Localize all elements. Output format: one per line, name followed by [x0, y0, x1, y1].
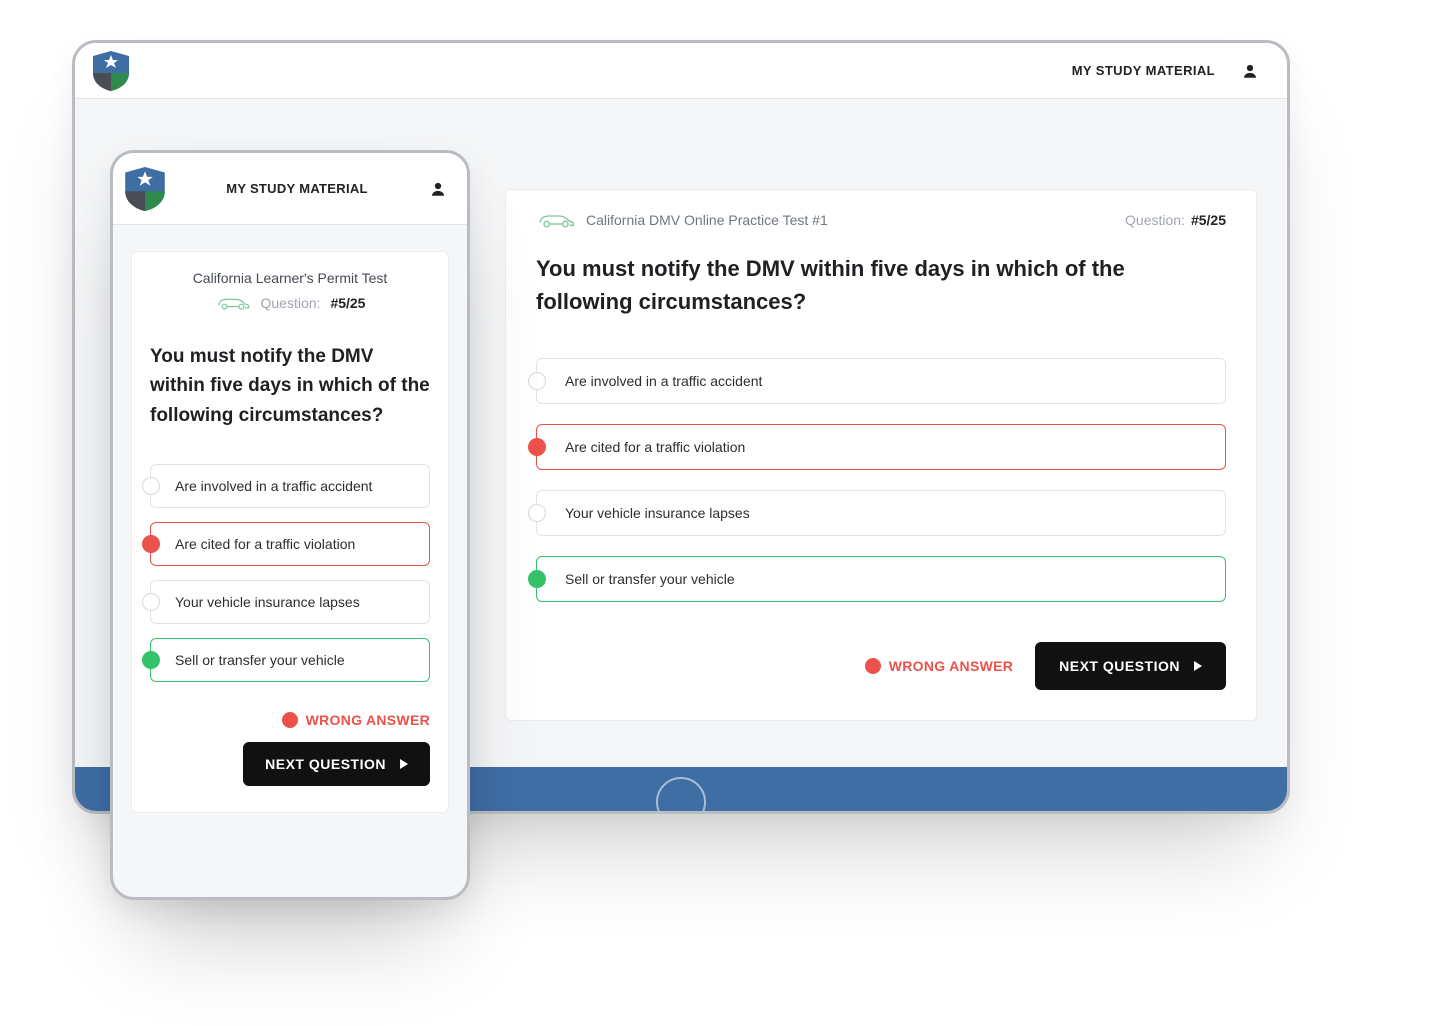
question-label: Question: — [1125, 212, 1185, 228]
car-icon — [215, 294, 251, 312]
nav-study-material[interactable]: MY STUDY MATERIAL — [226, 181, 368, 196]
option-1[interactable]: Are involved in a traffic accident — [150, 464, 430, 508]
question-card: California DMV Online Practice Test #1 Q… — [505, 189, 1257, 721]
options-list: Are involved in a traffic accident Are c… — [150, 464, 430, 682]
next-question-button[interactable]: NEXT QUESTION — [243, 742, 430, 786]
option-3[interactable]: Your vehicle insurance lapses — [536, 490, 1226, 536]
brand-logo[interactable] — [125, 167, 165, 211]
option-label: Your vehicle insurance lapses — [565, 505, 750, 521]
option-label: Sell or transfer your vehicle — [175, 652, 345, 668]
question-text: You must notify the DMV within five days… — [536, 252, 1226, 318]
test-title: California Learner's Permit Test — [150, 270, 430, 286]
question-line: Question: #5/25 — [150, 294, 430, 312]
option-label: Are cited for a traffic violation — [175, 536, 355, 552]
card-header: California DMV Online Practice Test #1 Q… — [536, 210, 1226, 230]
shield-icon — [93, 51, 129, 91]
option-label: Your vehicle insurance lapses — [175, 594, 360, 610]
option-label: Sell or transfer your vehicle — [565, 571, 735, 587]
mobile-frame: MY STUDY MATERIAL California Learner's P… — [110, 150, 470, 900]
user-icon[interactable] — [429, 180, 447, 198]
radio-icon — [142, 593, 160, 611]
brand-logo[interactable] — [93, 51, 129, 91]
arc-icon — [656, 777, 706, 814]
play-icon — [1194, 661, 1202, 671]
wrong-answer-text: WRONG ANSWER — [306, 712, 430, 728]
dot-icon — [282, 712, 298, 728]
option-label: Are involved in a traffic accident — [565, 373, 762, 389]
nav-study-material[interactable]: MY STUDY MATERIAL — [1072, 63, 1215, 78]
next-button-label: NEXT QUESTION — [265, 756, 386, 772]
question-card: California Learner's Permit Test Questio… — [131, 251, 449, 813]
options-list: Are involved in a traffic accident Are c… — [536, 358, 1226, 602]
option-2-wrong[interactable]: Are cited for a traffic violation — [150, 522, 430, 566]
wrong-answer-text: WRONG ANSWER — [889, 658, 1013, 674]
mobile-body: California Learner's Permit Test Questio… — [113, 225, 467, 833]
question-label: Question: — [261, 295, 321, 311]
card-actions: WRONG ANSWER NEXT QUESTION — [536, 632, 1226, 690]
option-2-wrong[interactable]: Are cited for a traffic violation — [536, 424, 1226, 470]
dot-icon — [865, 658, 881, 674]
user-icon[interactable] — [1241, 62, 1259, 80]
radio-icon — [142, 477, 160, 495]
desktop-topbar: MY STUDY MATERIAL — [75, 43, 1287, 99]
option-4-correct[interactable]: Sell or transfer your vehicle — [150, 638, 430, 682]
radio-icon — [528, 372, 546, 390]
option-1[interactable]: Are involved in a traffic accident — [536, 358, 1226, 404]
option-3[interactable]: Your vehicle insurance lapses — [150, 580, 430, 624]
question-count: #5/25 — [1191, 212, 1226, 228]
card-actions: WRONG ANSWER NEXT QUESTION — [150, 712, 430, 786]
mobile-topbar: MY STUDY MATERIAL — [113, 153, 467, 225]
radio-icon — [142, 651, 160, 669]
wrong-answer-badge: WRONG ANSWER — [282, 712, 430, 728]
radio-icon — [528, 570, 546, 588]
next-question-button[interactable]: NEXT QUESTION — [1035, 642, 1226, 690]
question-text: You must notify the DMV within five days… — [150, 342, 430, 430]
radio-icon — [528, 504, 546, 522]
question-count: #5/25 — [330, 295, 365, 311]
option-4-correct[interactable]: Sell or transfer your vehicle — [536, 556, 1226, 602]
car-icon — [536, 210, 576, 230]
option-label: Are involved in a traffic accident — [175, 478, 372, 494]
option-label: Are cited for a traffic violation — [565, 439, 745, 455]
wrong-answer-badge: WRONG ANSWER — [865, 658, 1013, 674]
radio-icon — [528, 438, 546, 456]
radio-icon — [142, 535, 160, 553]
next-button-label: NEXT QUESTION — [1059, 658, 1180, 674]
test-title: California DMV Online Practice Test #1 — [586, 212, 828, 228]
play-icon — [400, 759, 408, 769]
shield-icon — [125, 167, 165, 211]
